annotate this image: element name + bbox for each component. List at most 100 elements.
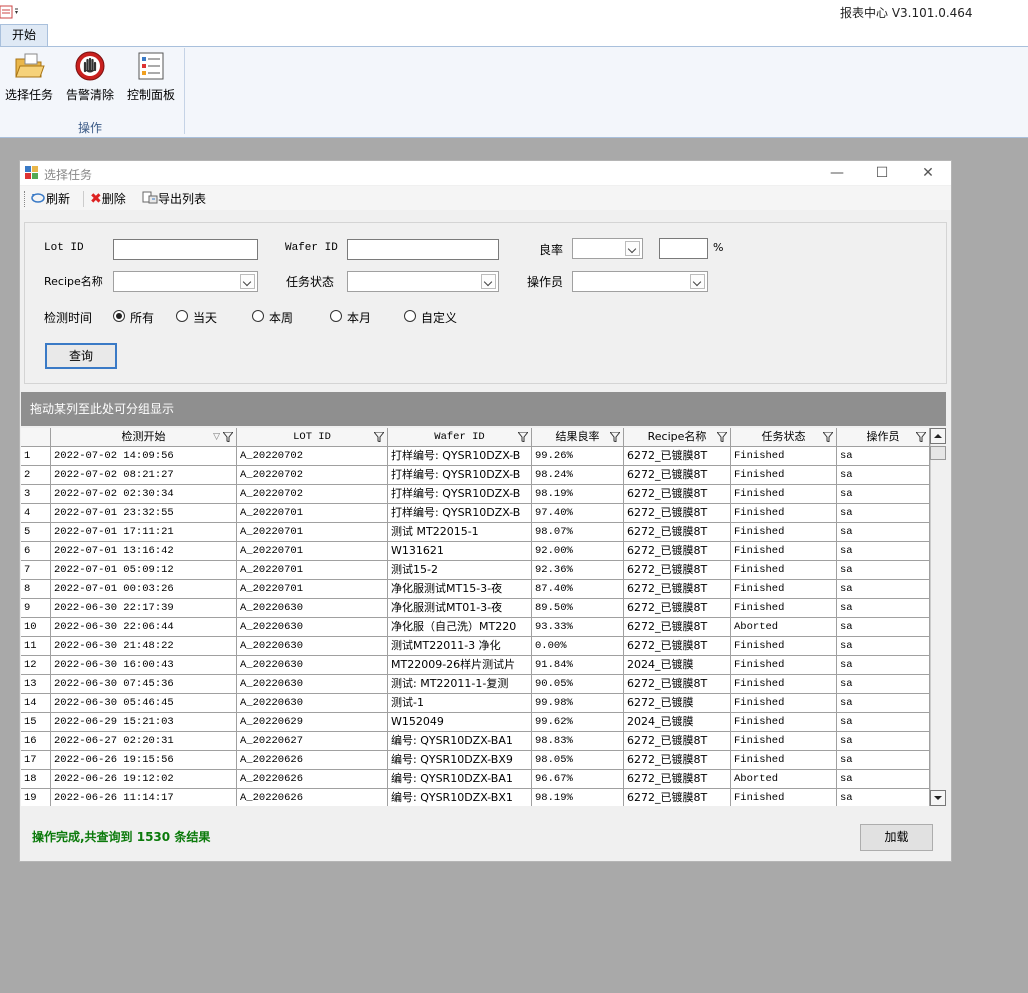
state-cell: Finished (731, 542, 837, 561)
radio-this-week-button[interactable] (252, 310, 264, 322)
ribbon-group-separator (184, 48, 185, 134)
scroll-up-button[interactable] (930, 428, 946, 444)
export-list-button[interactable]: 导出列表 (142, 190, 206, 208)
lot-id-cell: A_20220702 (237, 447, 388, 466)
table-row[interactable]: 7 2022-07-01 05:09:12 A_20220701 测试15-2 92.3… (21, 561, 930, 580)
lot-id-cell: A_20220630 (237, 675, 388, 694)
radio-today-button[interactable] (176, 310, 188, 322)
maximize-button[interactable]: ☐ (867, 163, 897, 183)
wafer-id-cell: 编号: QYSR10DZX-BA1 (388, 732, 532, 751)
wafer-id-cell: 编号: QYSR10DZX-BA1 (388, 770, 532, 789)
start-time-cell: 2022-07-01 05:09:12 (51, 561, 237, 580)
yield-cell: 98.19% (532, 485, 624, 504)
table-row[interactable]: 6 2022-07-01 13:16:42 A_20220701 W131621 92.… (21, 542, 930, 561)
table-row[interactable]: 4 2022-07-01 23:32:55 A_20220701 打样编号: QYSR… (21, 504, 930, 523)
export-list-label: 导出列表 (158, 192, 207, 206)
recipe-cell: 6272_已镀膜8T (624, 542, 731, 561)
state-cell: Finished (731, 675, 837, 694)
start-time-cell: 2022-06-26 11:14:17 (51, 789, 237, 806)
row-number-cell: 1 (21, 447, 51, 466)
column-header-yield[interactable]: 结果良率 (532, 428, 624, 446)
column-header-start[interactable]: 检测开始 ▽ (51, 428, 237, 446)
grid-header: 检测开始 ▽ LOT ID Wafer ID 结果良率 Recipe名称 任务状态… (21, 428, 930, 447)
wafer-id-cell: 净化服测试MT15-3-夜 (388, 580, 532, 599)
column-header-recipe[interactable]: Recipe名称 (624, 428, 731, 446)
scrollbar-thumb[interactable] (930, 446, 946, 460)
lot-id-label: Lot ID (44, 242, 84, 254)
column-header-lot-id[interactable]: LOT ID (237, 428, 388, 446)
column-header-label: 结果良率 (555, 430, 600, 443)
refresh-button[interactable]: 刷新 (30, 190, 70, 208)
filter-funnel-icon[interactable] (610, 432, 620, 442)
column-header-wafer-id[interactable]: Wafer ID (388, 428, 532, 446)
yield-cell: 99.26% (532, 447, 624, 466)
filter-funnel-icon[interactable] (823, 432, 833, 442)
load-button[interactable]: 加载 (860, 824, 933, 851)
table-row[interactable]: 3 2022-07-02 02:30:34 A_20220702 打样编号: QYSR… (21, 485, 930, 504)
radio-custom-label: 自定义 (421, 311, 458, 325)
minimize-button[interactable]: — (822, 163, 852, 183)
radio-this-month-label: 本月 (347, 311, 372, 325)
column-header-label: Recipe名称 (647, 430, 707, 443)
radio-custom-button[interactable] (404, 310, 416, 322)
recipe-select[interactable] (113, 271, 258, 292)
table-row[interactable]: 18 2022-06-26 19:12:02 A_20220626 编号: QYSR1… (21, 770, 930, 789)
yield-operator-select[interactable] (572, 238, 643, 259)
close-button[interactable]: ✕ (913, 163, 943, 183)
table-row[interactable]: 15 2022-06-29 15:21:03 A_20220629 W152049 99… (21, 713, 930, 732)
table-row[interactable]: 13 2022-06-30 07:45:36 A_20220630 测试: MT220… (21, 675, 930, 694)
control-panel-button[interactable]: 控制面板 (122, 50, 180, 106)
recipe-cell: 6272_已镀膜8T (624, 751, 731, 770)
table-row[interactable]: 9 2022-06-30 22:17:39 A_20220630 净化服测试MT01-… (21, 599, 930, 618)
state-cell: Finished (731, 485, 837, 504)
filter-funnel-icon[interactable] (717, 432, 727, 442)
wafer-id-input[interactable] (347, 239, 499, 260)
query-button[interactable]: 查询 (45, 343, 117, 369)
task-grid: 检测开始 ▽ LOT ID Wafer ID 结果良率 Recipe名称 任务状态… (21, 428, 930, 806)
table-row[interactable]: 11 2022-06-30 21:48:22 A_20220630 测试MT22011… (21, 637, 930, 656)
vertical-scrollbar[interactable] (930, 428, 946, 806)
wafer-id-cell: 测试15-2 (388, 561, 532, 580)
column-header-state[interactable]: 任务状态 (731, 428, 837, 446)
control-panel-label: 控制面板 (126, 88, 175, 102)
state-cell: Aborted (731, 770, 837, 789)
table-row[interactable]: 19 2022-06-26 11:14:17 A_20220626 编号: QYSR1… (21, 789, 930, 806)
tab-start[interactable]: 开始 (0, 24, 48, 46)
start-time-cell: 2022-07-02 08:21:27 (51, 466, 237, 485)
radio-this-month-button[interactable] (330, 310, 342, 322)
filter-funnel-icon[interactable] (518, 432, 528, 442)
table-row[interactable]: 1 2022-07-02 14:09:56 A_20220702 打样编号: QYSR… (21, 447, 930, 466)
table-row[interactable]: 8 2022-07-01 00:03:26 A_20220701 净化服测试MT15-… (21, 580, 930, 599)
clear-alarm-button[interactable]: 告警清除 (61, 50, 119, 106)
table-row[interactable]: 17 2022-06-26 19:15:56 A_20220626 编号: QYSR1… (21, 751, 930, 770)
quick-access-toolbar-icon[interactable] (0, 2, 22, 22)
row-number-cell: 19 (21, 789, 51, 806)
delete-button[interactable]: ✖删除 (90, 190, 126, 208)
filter-funnel-icon[interactable] (223, 432, 233, 442)
table-row[interactable]: 12 2022-06-30 16:00:43 A_20220630 MT22009-2… (21, 656, 930, 675)
scroll-down-button[interactable] (930, 790, 946, 806)
radio-all-button[interactable] (113, 310, 125, 322)
task-state-select[interactable] (347, 271, 499, 292)
column-header-operator[interactable]: 操作员 (837, 428, 930, 446)
wafer-id-cell: 编号: QYSR10DZX-BX9 (388, 751, 532, 770)
table-row[interactable]: 2 2022-07-02 08:21:27 A_20220702 打样编号: QYSR… (21, 466, 930, 485)
filter-funnel-icon[interactable] (916, 432, 926, 442)
yield-input[interactable] (659, 238, 708, 259)
table-row[interactable]: 16 2022-06-27 02:20:31 A_20220627 编号: QYSR1… (21, 732, 930, 751)
start-time-cell: 2022-07-01 00:03:26 (51, 580, 237, 599)
operator-select[interactable] (572, 271, 708, 292)
select-task-button[interactable]: 选择任务 (0, 50, 58, 106)
table-row[interactable]: 10 2022-06-30 22:06:44 A_20220630 净化服（自己洗）M… (21, 618, 930, 637)
state-cell: Finished (731, 732, 837, 751)
close-icon: ✕ (922, 165, 934, 181)
table-row[interactable]: 14 2022-06-30 05:46:45 A_20220630 测试-1 99.98… (21, 694, 930, 713)
group-by-panel[interactable]: 拖动某列至此处可分组显示 (21, 392, 946, 426)
recipe-label: Recipe名称 (44, 275, 103, 288)
filter-funnel-icon[interactable] (374, 432, 384, 442)
lot-id-input[interactable] (113, 239, 258, 260)
lot-id-cell: A_20220701 (237, 561, 388, 580)
recipe-cell: 6272_已镀膜8T (624, 599, 731, 618)
wafer-id-cell: 测试 MT22015-1 (388, 523, 532, 542)
table-row[interactable]: 5 2022-07-01 17:11:21 A_20220701 测试 MT22015… (21, 523, 930, 542)
